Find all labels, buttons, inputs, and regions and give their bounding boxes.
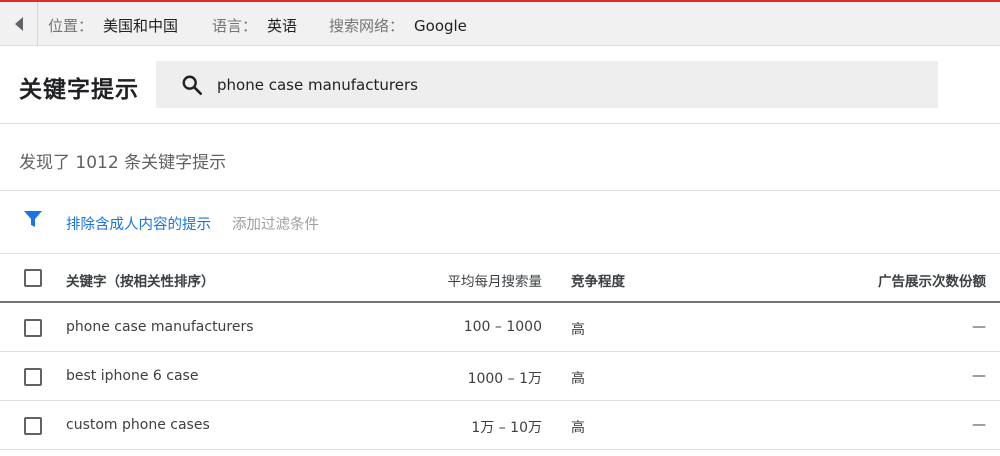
location-value: 美国和中国 bbox=[103, 17, 179, 35]
keyword-table: 关键字（按相关性排序） 平均每月搜索量 竞争程度 广告展示次数份额 phone … bbox=[0, 254, 1000, 450]
result-summary: 发现了 1012 条关键字提示 bbox=[0, 124, 1000, 191]
back-arrow-icon bbox=[14, 17, 23, 31]
keyword-cell: phone case manufacturers bbox=[66, 319, 254, 335]
adult-content-filter[interactable]: 排除含成人内容的提示 bbox=[66, 213, 211, 234]
row-checkbox[interactable] bbox=[24, 417, 42, 435]
impression-share-cell: — bbox=[972, 368, 986, 384]
result-count: 发现了 1012 条关键字提示 bbox=[19, 153, 227, 173]
keyword-cell: custom phone cases bbox=[66, 417, 210, 433]
location-label: 位置： bbox=[48, 17, 94, 35]
search-input[interactable]: phone case manufacturers bbox=[156, 61, 938, 108]
competition-cell: 高 bbox=[571, 420, 585, 436]
search-icon bbox=[182, 75, 202, 95]
filter-bar: 排除含成人内容的提示 添加过滤条件 bbox=[0, 191, 1000, 254]
network-setting[interactable]: 搜索网络： Google bbox=[329, 15, 467, 36]
location-setting[interactable]: 位置： 美国和中国 bbox=[48, 15, 178, 36]
impression-share-cell: — bbox=[972, 417, 986, 433]
settings-bar: 位置： 美国和中国 语言： 英语 搜索网络： Google bbox=[0, 0, 1000, 46]
page-title: 关键字提示 bbox=[19, 77, 139, 103]
volume-cell: 1000 – 1万 bbox=[467, 371, 542, 387]
table-row[interactable]: phone case manufacturers 100 – 1000 高 — bbox=[0, 303, 1000, 352]
add-filter-button[interactable]: 添加过滤条件 bbox=[232, 213, 319, 234]
table-header: 关键字（按相关性排序） 平均每月搜索量 竞争程度 广告展示次数份额 bbox=[0, 254, 1000, 303]
competition-cell: 高 bbox=[571, 322, 585, 338]
table-row[interactable]: best iphone 6 case 1000 – 1万 高 — bbox=[0, 352, 1000, 401]
language-label: 语言： bbox=[212, 17, 258, 35]
column-competition[interactable]: 竞争程度 bbox=[571, 270, 625, 290]
column-volume[interactable]: 平均每月搜索量 bbox=[448, 270, 543, 290]
language-setting[interactable]: 语言： 英语 bbox=[212, 15, 297, 36]
row-checkbox[interactable] bbox=[24, 368, 42, 386]
page-header: 关键字提示 phone case manufacturers bbox=[0, 46, 1000, 124]
select-all-checkbox[interactable] bbox=[24, 269, 42, 287]
column-keyword[interactable]: 关键字（按相关性排序） bbox=[66, 270, 215, 290]
column-impression-share[interactable]: 广告展示次数份额 bbox=[878, 270, 986, 290]
network-label: 搜索网络： bbox=[329, 17, 405, 35]
row-checkbox[interactable] bbox=[24, 319, 42, 337]
impression-share-cell: — bbox=[972, 319, 986, 335]
competition-cell: 高 bbox=[571, 371, 585, 387]
filter-icon[interactable] bbox=[23, 209, 43, 229]
back-button[interactable] bbox=[0, 2, 38, 46]
keyword-cell: best iphone 6 case bbox=[66, 368, 199, 384]
volume-cell: 1万 – 10万 bbox=[471, 420, 542, 436]
volume-cell: 100 – 1000 bbox=[463, 319, 542, 335]
language-value: 英语 bbox=[267, 17, 298, 35]
table-row[interactable]: custom phone cases 1万 – 10万 高 — bbox=[0, 401, 1000, 450]
network-value: Google bbox=[414, 17, 467, 35]
search-query: phone case manufacturers bbox=[217, 76, 418, 94]
